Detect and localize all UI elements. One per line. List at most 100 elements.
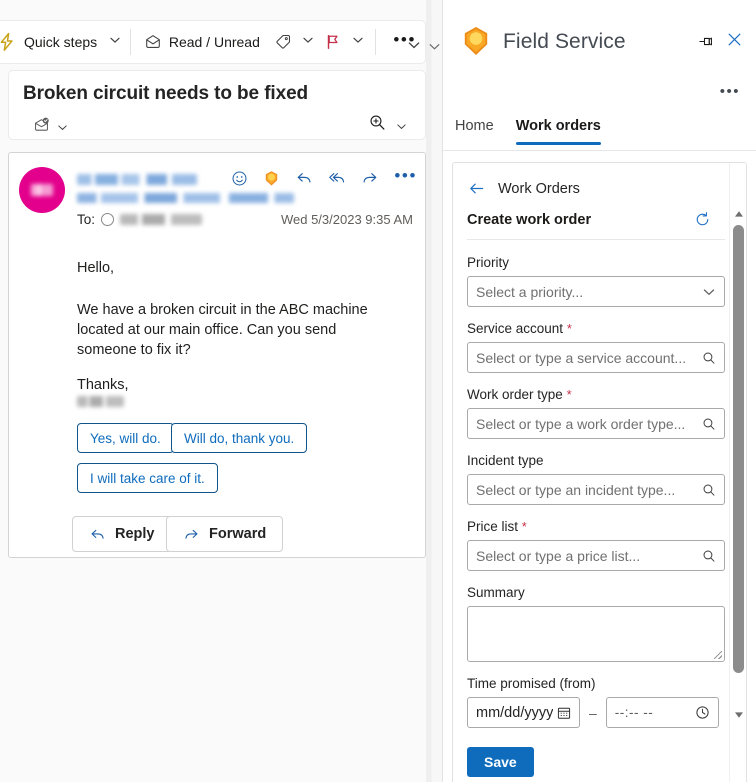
suggested-reply-2[interactable]: I will take care of it. (77, 463, 218, 493)
field-time-promised: Time promised (from) mm/dd/yyyy – --:-- … (467, 676, 725, 728)
refresh-icon[interactable] (694, 211, 711, 233)
message-timestamp: Wed 5/3/2023 9:35 AM (280, 212, 413, 227)
tab-home[interactable]: Home (455, 118, 494, 145)
message-action-icons: ••• (231, 167, 417, 189)
message-body-signature (77, 396, 124, 407)
tag-button[interactable] (268, 25, 298, 59)
mail-read-check-icon[interactable] (33, 116, 50, 138)
scrollbar-thumb[interactable] (733, 225, 744, 673)
triangle-up-icon (734, 205, 744, 223)
forward-button[interactable]: Forward (166, 516, 284, 552)
reply-button[interactable]: Reply (72, 516, 172, 552)
chevron-down-icon (397, 124, 406, 130)
lightning-bolt-icon (0, 32, 17, 52)
reply-icon[interactable] (295, 169, 313, 187)
chevron-down-icon (109, 33, 121, 51)
quick-steps-caret-button[interactable] (105, 25, 125, 59)
pin-icon[interactable] (697, 33, 714, 55)
recipient-name (120, 214, 203, 225)
clock-icon[interactable] (695, 705, 710, 720)
field-summary: Summary (467, 585, 725, 662)
time-promised-time-input[interactable]: --:-- -- (605, 697, 719, 728)
priority-select[interactable]: Select a priority... (467, 276, 725, 307)
time-promised-row: mm/dd/yyyy – --:-- -- (467, 697, 725, 728)
message-body-greeting: Hello, (77, 260, 115, 276)
ribbon-expand-button[interactable] (407, 38, 423, 54)
chevron-down-icon (352, 33, 364, 51)
toolbar-separator (129, 29, 131, 55)
field-label-summary: Summary (467, 585, 525, 600)
chevron-down-icon (429, 44, 440, 50)
magnifier-plus-icon (370, 115, 385, 130)
field-price-list: Price list * Select or type a price list… (467, 519, 725, 571)
tab-work-orders[interactable]: Work orders (515, 118, 602, 145)
chevron-down-icon (302, 33, 314, 51)
arrow-left-icon (467, 179, 486, 198)
message-card: ••• To: Wed 5/3/2023 9:35 AM Hello, We h… (8, 152, 426, 558)
reply-button-label: Reply (115, 526, 155, 542)
search-icon[interactable] (702, 549, 716, 563)
pane-strip-caret-button[interactable] (428, 40, 441, 58)
service-account-placeholder: Select or type a service account... (476, 349, 687, 366)
ellipsis-horizontal-icon[interactable]: ••• (394, 167, 417, 189)
zoom-button[interactable] (368, 113, 387, 137)
toolbar-separator (375, 29, 377, 55)
field-label-price-list: Price list * (467, 519, 527, 534)
zoom-caret-button[interactable] (396, 119, 407, 137)
scrollbar-down-button[interactable] (730, 706, 746, 724)
mail-status-caret-button[interactable] (57, 120, 68, 138)
flag-button[interactable] (318, 25, 348, 59)
app-root: Quick steps Read / Unread ••• Broken cir… (0, 0, 756, 782)
tabs-divider (443, 150, 756, 151)
quick-steps-button[interactable]: Quick steps (0, 25, 105, 59)
time-promised-date-input[interactable]: mm/dd/yyyy (467, 697, 580, 728)
close-icon[interactable] (725, 30, 744, 54)
required-marker: * (521, 519, 527, 534)
panel-header: Field Service (443, 0, 756, 62)
incident-type-placeholder: Select or type an incident type... (476, 481, 676, 498)
forward-icon[interactable] (361, 169, 379, 187)
chevron-down-icon (58, 125, 67, 131)
incident-type-lookup[interactable]: Select or type an incident type... (467, 474, 725, 505)
tag-icon (274, 33, 292, 51)
field-label-priority: Priority (467, 255, 510, 270)
save-button[interactable]: Save (467, 747, 534, 777)
work-order-type-placeholder: Select or type a work order type... (476, 415, 686, 432)
field-work-order-type: Work order type * Select or type a work … (467, 387, 725, 439)
calendar-icon[interactable] (557, 706, 571, 720)
search-icon[interactable] (702, 417, 716, 431)
field-service-app-icon[interactable] (263, 170, 280, 187)
triangle-down-icon (734, 706, 744, 724)
back-to-work-orders-button[interactable]: Work Orders (467, 179, 580, 198)
scrollbar-up-button[interactable] (730, 205, 746, 223)
panel-overflow-button[interactable]: ••• (720, 84, 740, 99)
flag-caret-button[interactable] (348, 25, 368, 59)
search-icon[interactable] (702, 351, 716, 365)
reply-icon (89, 526, 106, 543)
emoji-react-icon[interactable] (231, 170, 248, 187)
price-list-lookup[interactable]: Select or type a price list... (467, 540, 725, 571)
field-service-account: Service account * Select or type a servi… (467, 321, 725, 373)
sender-name (77, 172, 197, 190)
reply-all-icon[interactable] (328, 169, 346, 187)
service-account-lookup[interactable]: Select or type a service account... (467, 342, 725, 373)
pane-divider-strip[interactable] (426, 0, 443, 782)
work-order-type-lookup[interactable]: Select or type a work order type... (467, 408, 725, 439)
form-heading: Create work order (467, 212, 592, 228)
panel-title: Field Service (503, 30, 626, 53)
sender-email (77, 190, 294, 208)
summary-textarea[interactable] (467, 606, 725, 662)
read-unread-button[interactable]: Read / Unread (136, 25, 268, 59)
field-incident-type: Incident type Select or type an incident… (467, 453, 725, 505)
suggested-reply-0[interactable]: Yes, will do. (77, 423, 174, 453)
tag-caret-button[interactable] (298, 25, 318, 59)
recipient-row: To: (77, 212, 203, 227)
date-placeholder: mm/dd/yyyy (476, 704, 554, 721)
avatar-initials (19, 167, 65, 213)
chevron-down-icon (702, 285, 716, 299)
forward-button-label: Forward (209, 526, 267, 542)
form-scrollbar[interactable] (729, 163, 746, 782)
time-range-separator: – (589, 704, 597, 721)
suggested-reply-1[interactable]: Will do, thank you. (171, 423, 308, 453)
search-icon[interactable] (702, 483, 716, 497)
